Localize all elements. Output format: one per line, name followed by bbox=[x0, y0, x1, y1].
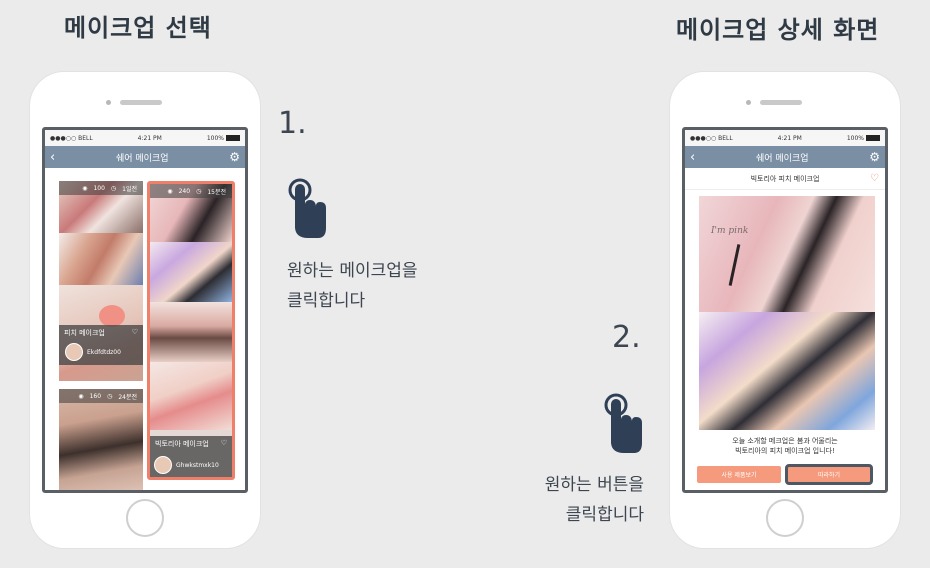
username: Ghwkstmxk10 bbox=[176, 462, 219, 469]
makeup-card-1[interactable]: ◉ 100 ◷ 1일전 bbox=[59, 181, 143, 285]
hand-swatch-photo bbox=[150, 362, 232, 430]
face-photo bbox=[59, 389, 143, 490]
left-screen: ●●●○○ BELL 4:21 PM 100% ‹ 쉐어 메이크업 ⚙ ◉ 10… bbox=[42, 127, 248, 493]
peach-swatch bbox=[99, 305, 125, 327]
battery: 100% bbox=[207, 135, 240, 142]
step-2-line-2: 클릭합니다 bbox=[565, 505, 644, 525]
heart-icon[interactable]: ♡ bbox=[221, 439, 227, 447]
description-line-2: 빅토리아의 피치 메이크업 입니다! bbox=[735, 447, 835, 455]
settings-icon[interactable]: ⚙ bbox=[869, 150, 880, 164]
battery: 100% bbox=[847, 135, 880, 142]
step-1-line-1: 원하는 메이크업을 bbox=[287, 261, 418, 281]
tap-hand-icon bbox=[286, 178, 328, 240]
avatar bbox=[65, 343, 83, 361]
right-heading: 메이크업 상세 화면 bbox=[676, 16, 880, 44]
username: Ekdfdtdz00 bbox=[87, 349, 121, 356]
palette-photo bbox=[59, 233, 143, 285]
poster-image: I'm pink bbox=[699, 196, 875, 312]
post-time: 15분전 bbox=[207, 188, 226, 196]
nav-bar: ‹ 쉐어 메이크업 ⚙ bbox=[45, 146, 245, 168]
status-bar: ●●●○○ BELL 4:21 PM 100% bbox=[45, 130, 245, 146]
clock: 4:21 PM bbox=[777, 134, 802, 142]
use-products-button[interactable]: 사용 제품보기 bbox=[697, 466, 781, 483]
right-phone: ●●●○○ BELL 4:21 PM 100% ‹ 쉐어 메이크업 ⚙ 빅토리아… bbox=[670, 72, 900, 548]
step-1-number: 1. bbox=[278, 106, 307, 141]
left-heading: 메이크업 선택 bbox=[64, 14, 212, 42]
description-line-1: 오늘 소개할 메크업은 봄과 어울리는 bbox=[732, 437, 838, 445]
carrier: ●●●○○ BELL bbox=[50, 134, 93, 142]
front-camera bbox=[106, 100, 111, 105]
step-2-number: 2. bbox=[612, 320, 641, 355]
makeup-card-3[interactable]: 피치 메이크업 ♡ Ekdfdtdz00 bbox=[59, 285, 143, 381]
eye-icon: ◉ bbox=[82, 184, 88, 192]
eye-closeup-photo bbox=[150, 302, 232, 362]
step-1-text: 원하는 메이크업을 클릭합니다 bbox=[287, 256, 418, 316]
view-count: 100 bbox=[93, 184, 105, 192]
poster-script: I'm pink bbox=[711, 226, 749, 236]
clock-icon: ◷ bbox=[110, 184, 117, 192]
card-stats: ◉ 100 ◷ 1일전 bbox=[59, 181, 143, 195]
detail-header: 빅토리아 피치 메이크업 ♡ bbox=[685, 168, 885, 190]
front-camera bbox=[746, 100, 751, 105]
right-screen: ●●●○○ BELL 4:21 PM 100% ‹ 쉐어 메이크업 ⚙ 빅토리아… bbox=[682, 127, 888, 493]
nav-bar: ‹ 쉐어 메이크업 ⚙ bbox=[685, 146, 885, 168]
eye-icon: ◉ bbox=[167, 187, 173, 195]
mascara-graphic bbox=[728, 244, 741, 286]
speaker bbox=[120, 100, 162, 105]
clock: 4:21 PM bbox=[137, 134, 162, 142]
clock-icon: ◷ bbox=[196, 187, 202, 195]
carrier: ●●●○○ BELL bbox=[690, 134, 733, 142]
card-title: 빅토리아 메이크업 bbox=[155, 440, 209, 448]
card-title: 피치 메이크업 bbox=[64, 329, 105, 337]
products-photo bbox=[150, 242, 232, 302]
makeup-card-2-selected[interactable]: ◉ 240 ◷ 15분전 빅토리아 메이크업 ♡ Ghwkstmxk10 bbox=[147, 181, 235, 480]
nav-title: 쉐어 메이크업 bbox=[115, 153, 169, 164]
home-button[interactable] bbox=[126, 499, 164, 537]
view-count: 160 bbox=[89, 392, 102, 400]
settings-icon[interactable]: ⚙ bbox=[229, 150, 240, 164]
status-bar: ●●●○○ BELL 4:21 PM 100% bbox=[685, 130, 885, 146]
card-stats: ◉ 240 ◷ 15분전 bbox=[150, 184, 232, 198]
nav-title: 쉐어 메이크업 bbox=[755, 153, 809, 164]
eye-icon: ◉ bbox=[78, 392, 84, 400]
left-phone: ●●●○○ BELL 4:21 PM 100% ‹ 쉐어 메이크업 ⚙ ◉ 10… bbox=[30, 72, 260, 548]
products-image bbox=[699, 312, 875, 430]
speaker bbox=[760, 100, 802, 105]
follow-button[interactable]: 따라하기 bbox=[785, 464, 873, 485]
heart-icon[interactable]: ♡ bbox=[132, 328, 138, 336]
card-stats: ◉ 160 ◷ 24분전 bbox=[59, 389, 143, 403]
step-1-line-2: 클릭합니다 bbox=[287, 291, 366, 311]
post-time: 24분전 bbox=[118, 393, 137, 401]
post-time: 1일전 bbox=[122, 185, 137, 193]
makeup-card-4[interactable]: ◉ 160 ◷ 24분전 bbox=[59, 389, 143, 490]
clock-icon: ◷ bbox=[107, 392, 113, 400]
step-2-text: 원하는 버튼을 클릭합니다 bbox=[530, 470, 644, 530]
tap-hand-icon bbox=[602, 393, 644, 455]
step-2-line-1: 원하는 버튼을 bbox=[544, 475, 644, 495]
detail-title: 빅토리아 피치 메이크업 bbox=[750, 174, 820, 183]
view-count: 240 bbox=[178, 187, 191, 195]
battery-icon bbox=[226, 135, 240, 141]
heart-icon[interactable]: ♡ bbox=[870, 173, 879, 184]
home-button[interactable] bbox=[766, 499, 804, 537]
description: 오늘 소개할 메크업은 봄과 어울리는 빅토리아의 피치 메이크업 입니다! bbox=[685, 436, 885, 456]
battery-icon bbox=[866, 135, 880, 141]
avatar bbox=[154, 456, 172, 474]
